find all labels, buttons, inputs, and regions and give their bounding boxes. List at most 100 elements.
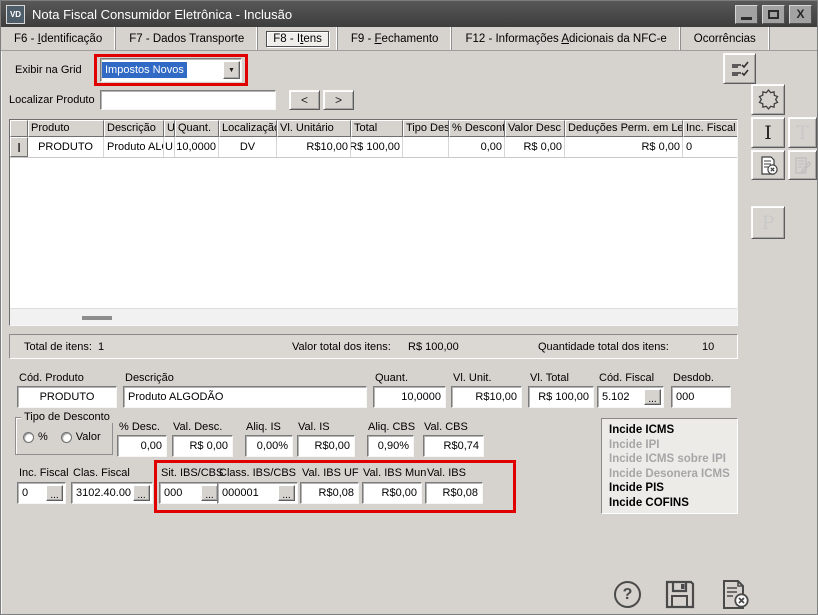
incide-ipi: Incide IPI (609, 438, 737, 453)
minimize-button[interactable] (735, 5, 758, 24)
grid-header-tipo-des[interactable]: Tipo Des (403, 120, 449, 137)
incide-icms[interactable]: Incide ICMS (609, 423, 737, 438)
tab-f7-dados-transporte[interactable]: F7 - Dados Transporte (116, 27, 258, 50)
grid-header-selector (10, 120, 28, 137)
items-grid[interactable]: Produto Descrição U Quant. Localização V… (9, 119, 738, 326)
radio-percent[interactable]: % (23, 431, 48, 443)
radio-percent-circle[interactable] (23, 432, 34, 443)
document-cancel-icon (718, 579, 751, 610)
sit-ibs-cbs-lookup-button[interactable]: ... (201, 485, 218, 501)
row-selector-cell[interactable]: I (10, 137, 28, 157)
clas-fiscal-field[interactable]: 3102.40.00 ... (71, 482, 153, 504)
vl-unit-label: Vl. Unit. (453, 372, 492, 384)
cell-produto[interactable]: PRODUTO (28, 137, 104, 157)
class-ibs-cbs-label: Class. IBS/CBS (219, 467, 296, 479)
vl-total-field[interactable]: R$ 100,00 (528, 386, 594, 408)
cod-produto-field[interactable]: PRODUTO (17, 386, 117, 408)
cell-deducoes[interactable]: R$ 0,00 (565, 137, 683, 157)
incide-cofins[interactable]: Incide COFINS (609, 496, 737, 511)
scrollbar-thumb[interactable] (82, 316, 112, 320)
tab-f9-fechamento[interactable]: F9 - Fechamento (338, 27, 453, 50)
chevron-down-icon[interactable]: ▼ (223, 61, 240, 79)
tab-f12-informacoes-adicionais[interactable]: F12 - Informações Adicionais da NFC-e (452, 27, 680, 50)
cell-pct-desconto[interactable]: 0,00 (449, 137, 505, 157)
radio-valor[interactable]: Valor (61, 431, 101, 443)
total-itens-label: Total de itens: (24, 341, 92, 353)
val-desc-label: Val. Desc. (173, 421, 222, 433)
grid-header-valor-desc[interactable]: Valor Desc (505, 120, 565, 137)
incide-desonera-icms: Incide Desonera ICMS (609, 467, 737, 482)
inc-fiscal-lookup-button[interactable]: ... (46, 485, 63, 501)
grid-horizontal-scrollbar[interactable] (10, 308, 737, 325)
cell-inc-fiscal[interactable]: 0 (683, 137, 738, 157)
cell-descricao[interactable]: Produto ALGODÃO (104, 137, 164, 157)
cell-valor-desc[interactable]: R$ 0,00 (505, 137, 565, 157)
grid-header-produto[interactable]: Produto (28, 120, 104, 137)
incide-pis[interactable]: Incide PIS (609, 481, 737, 496)
italic-style-button[interactable]: I (751, 117, 785, 148)
class-ibs-cbs-lookup-button[interactable]: ... (278, 485, 295, 501)
vl-unit-field[interactable]: R$10,00 (451, 386, 522, 408)
val-ibs-field[interactable]: R$0,08 (425, 482, 483, 504)
remove-item-button[interactable] (751, 150, 785, 180)
quant-field[interactable]: 10,0000 (373, 386, 446, 408)
promotion-button[interactable] (751, 84, 785, 115)
pct-desc-field[interactable]: 0,00 (117, 435, 167, 457)
clas-fiscal-lookup-button[interactable]: ... (133, 485, 150, 501)
tab-f8-itens[interactable]: F8 - Itens (258, 27, 338, 50)
aliq-cbs-label: Aliq. CBS (368, 421, 415, 433)
cod-fiscal-field[interactable]: 5.102 ... (597, 386, 664, 408)
localizar-produto-input[interactable] (100, 90, 276, 110)
val-ibs-uf-field[interactable]: R$0,08 (300, 482, 359, 504)
cod-produto-label: Cód. Produto (19, 372, 84, 384)
grid-header-u[interactable]: U (164, 120, 175, 137)
document-remove-icon (758, 155, 779, 176)
cell-quant[interactable]: 10,0000 (175, 137, 219, 157)
tab-bar: F6 - Identificação F7 - Dados Transporte… (1, 27, 817, 51)
val-is-field[interactable]: R$0,00 (297, 435, 355, 457)
sit-ibs-cbs-field[interactable]: 000 ... (159, 482, 221, 504)
incide-listbox[interactable]: Incide ICMS Incide IPI Incide ICMS sobre… (601, 418, 738, 514)
table-row[interactable]: I PRODUTO Produto ALGODÃO U 10,0000 DV R… (10, 137, 737, 158)
grid-header-localizacao[interactable]: Localização (219, 120, 277, 137)
cell-localizacao[interactable]: DV (219, 137, 277, 157)
tab-f6-identificacao[interactable]: F6 - Identificação (1, 27, 116, 50)
val-ibs-mun-field[interactable]: R$0,00 (362, 482, 422, 504)
grid-header-total[interactable]: Total (351, 120, 403, 137)
grid-header-deducoes[interactable]: Deduções Perm. em Lei (565, 120, 683, 137)
cell-total[interactable]: R$ 100,00 (351, 137, 403, 157)
tab-ocorrencias[interactable]: Ocorrências (681, 27, 770, 50)
save-button[interactable] (664, 579, 696, 610)
close-button[interactable]: X (789, 5, 812, 24)
tipo-desconto-groupbox: Tipo de Desconto % Valor (15, 417, 113, 455)
cell-u[interactable]: U (164, 137, 175, 157)
help-button[interactable]: ? (614, 581, 641, 608)
radio-valor-circle[interactable] (61, 432, 72, 443)
starburst-icon (758, 89, 779, 110)
grid-header-vl-unitario[interactable]: Vl. Unitário (277, 120, 351, 137)
cell-tipo-des[interactable] (403, 137, 449, 157)
quant-label: Quant. (375, 372, 408, 384)
maximize-button[interactable] (762, 5, 785, 24)
grid-header-descricao[interactable]: Descrição (104, 120, 164, 137)
cell-vl-unitario[interactable]: R$10,00 (277, 137, 351, 157)
class-ibs-cbs-field[interactable]: 000001 ... (217, 482, 298, 504)
previous-item-button[interactable]: < (289, 90, 320, 110)
val-desc-field[interactable]: R$ 0,00 (172, 435, 233, 457)
grid-header-pct-desconto[interactable]: % Desconto (449, 120, 505, 137)
desdob-field[interactable]: 000 (671, 386, 731, 408)
pct-desc-label: % Desc. (119, 421, 160, 433)
descricao-field[interactable]: Produto ALGODÃO (123, 386, 367, 408)
inc-fiscal-label: Inc. Fiscal (19, 467, 69, 479)
cod-fiscal-lookup-button[interactable]: ... (644, 389, 661, 405)
cancel-button[interactable] (718, 579, 751, 610)
grid-header-quant[interactable]: Quant. (175, 120, 219, 137)
grid-header-inc-fiscal[interactable]: Inc. Fiscal (683, 120, 738, 137)
grid-columns-button[interactable] (723, 53, 756, 84)
aliq-cbs-field[interactable]: 0,90% (367, 435, 414, 457)
aliq-is-field[interactable]: 0,00% (245, 435, 293, 457)
grid-view-dropdown[interactable]: Impostos Novos ▼ (100, 58, 242, 82)
next-item-button[interactable]: > (323, 90, 354, 110)
inc-fiscal-field[interactable]: 0 ... (17, 482, 66, 504)
val-cbs-field[interactable]: R$0,74 (423, 435, 484, 457)
